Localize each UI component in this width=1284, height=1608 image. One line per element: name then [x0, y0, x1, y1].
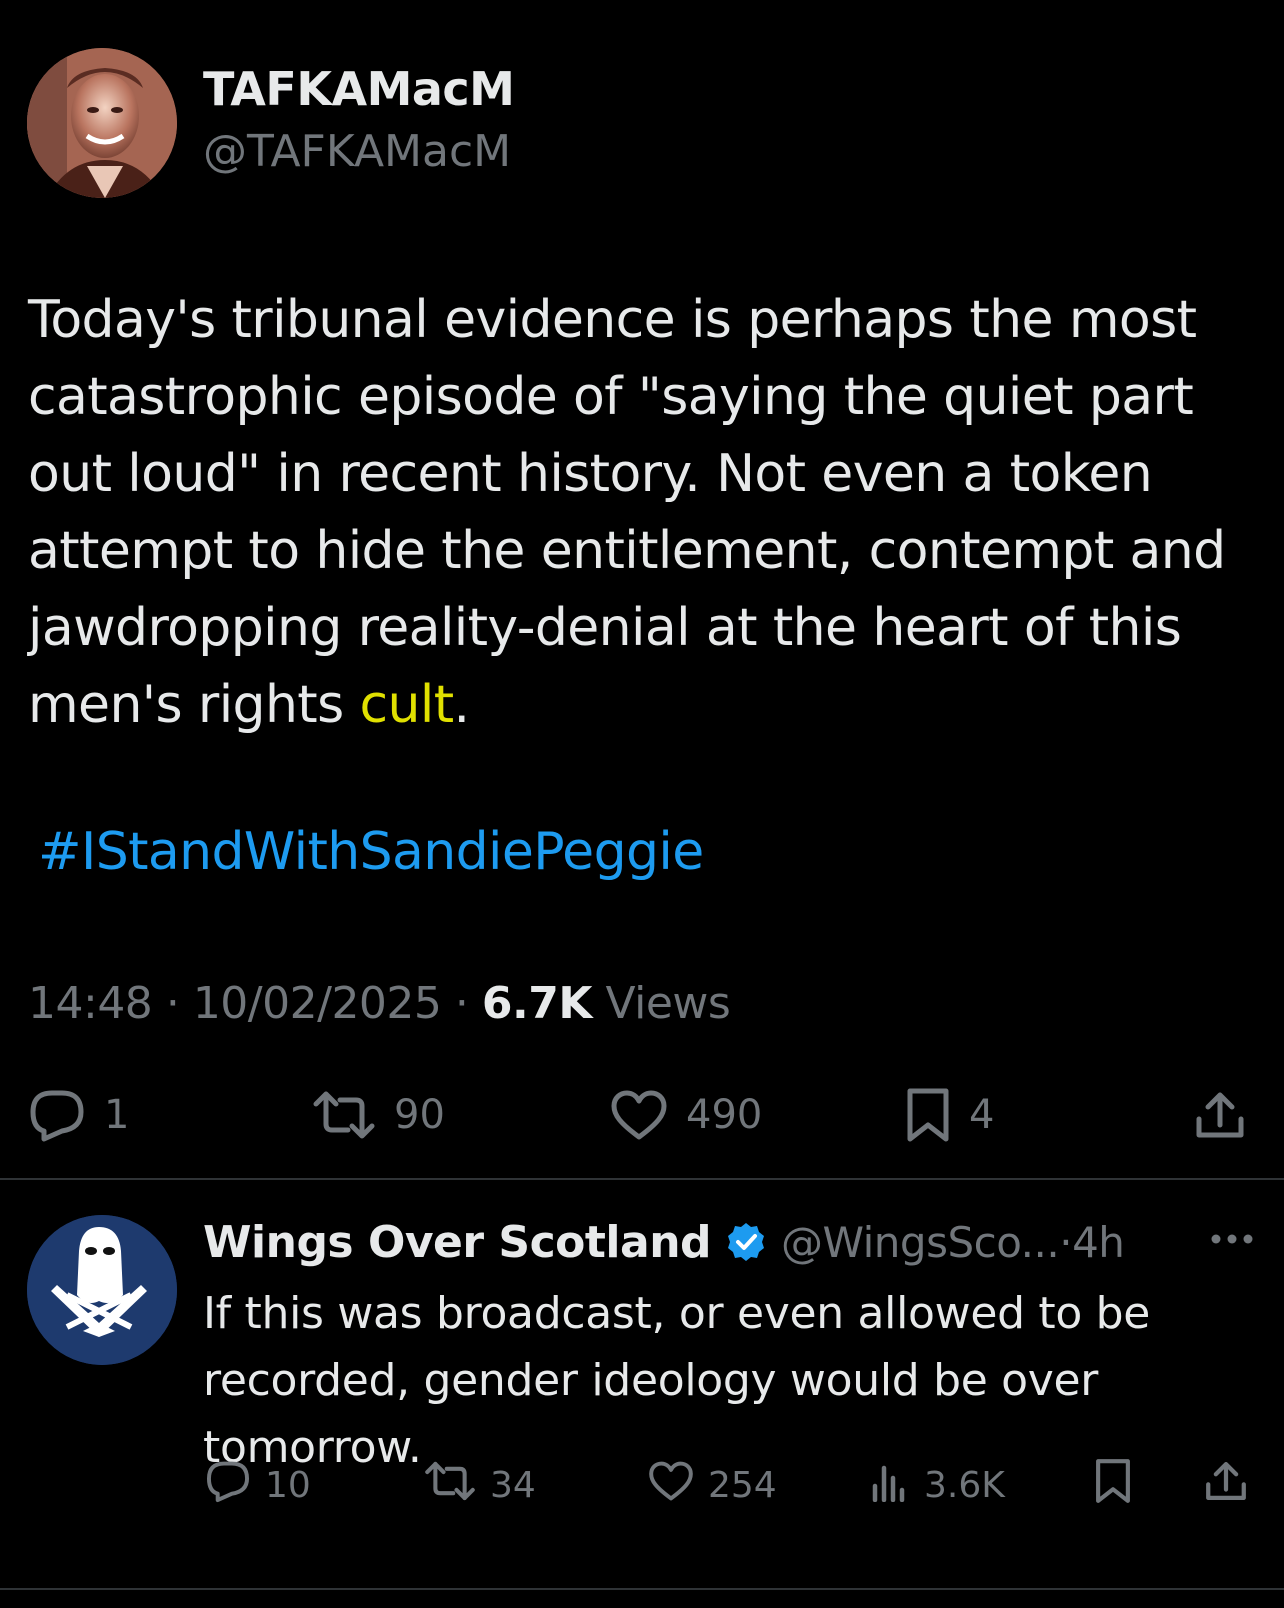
tweet-text-end: .: [453, 675, 471, 735]
verified-badge-icon: [725, 1221, 767, 1263]
reply-time[interactable]: 4h: [1072, 1218, 1125, 1267]
repost-icon: [312, 1090, 376, 1140]
more-options-icon[interactable]: [1210, 1230, 1254, 1249]
reply-like-count: 254: [708, 1464, 777, 1506]
divider: [0, 1588, 1284, 1590]
reply-repost-count: 34: [490, 1464, 536, 1506]
meta-separator: ·: [165, 978, 180, 1029]
author-handle[interactable]: @TAFKAMacM: [203, 126, 511, 177]
reply-reply-button[interactable]: 10: [205, 1455, 311, 1515]
heart-icon: [648, 1460, 694, 1511]
reply-author-handle[interactable]: @WingsSco...: [781, 1218, 1060, 1267]
tweet-text: Today's tribunal evidence is perhaps the…: [28, 282, 1268, 744]
reply-repost-button[interactable]: 34: [424, 1455, 536, 1515]
reply-views-button[interactable]: 3.6K: [870, 1455, 1005, 1515]
reply-bookmark-button[interactable]: [1094, 1455, 1132, 1515]
heart-icon: [610, 1089, 668, 1141]
like-count: 490: [686, 1092, 763, 1138]
reply-header: Wings Over Scotland @WingsSco... · 4h: [203, 1212, 1125, 1272]
tweet-text-body: Today's tribunal evidence is perhaps the…: [28, 290, 1226, 735]
meta-separator: ·: [1059, 1217, 1073, 1267]
hashtag-link[interactable]: #IStandWithSandiePeggie: [38, 822, 704, 882]
bookmark-count: 4: [969, 1092, 995, 1138]
reply-avatar[interactable]: [27, 1215, 177, 1365]
author-name[interactable]: TAFKAMacM: [203, 62, 515, 116]
reply-reply-count: 10: [265, 1464, 311, 1506]
reply-tweet[interactable]: Wings Over Scotland @WingsSco... · 4h If…: [0, 1180, 1284, 1590]
repost-button[interactable]: 90: [312, 1080, 445, 1150]
main-tweet: TAFKAMacM @TAFKAMacM Today's tribunal ev…: [0, 0, 1284, 1178]
tweet-actions: 1 90 490 4: [0, 1080, 1284, 1150]
like-button[interactable]: 490: [610, 1080, 762, 1150]
share-button[interactable]: [1194, 1080, 1246, 1150]
reply-share-button[interactable]: [1204, 1455, 1248, 1515]
repost-count: 90: [394, 1092, 445, 1138]
tweet-time[interactable]: 14:48: [28, 978, 153, 1029]
share-icon: [1194, 1089, 1246, 1141]
views-count: 6.7K: [481, 978, 593, 1029]
views-label: Views: [605, 978, 731, 1029]
reply-button[interactable]: 1: [28, 1080, 129, 1150]
analytics-icon: [870, 1460, 910, 1511]
bookmark-icon: [905, 1087, 951, 1143]
reply-actions: 10 34 254 3.6K: [0, 1455, 1284, 1515]
meta-separator: ·: [454, 978, 469, 1029]
bookmark-icon: [1094, 1457, 1132, 1514]
reply-author-name[interactable]: Wings Over Scotland: [203, 1217, 712, 1268]
reply-views-count: 3.6K: [924, 1464, 1005, 1506]
tweet-date[interactable]: 10/02/2025: [193, 978, 442, 1029]
share-icon: [1204, 1459, 1248, 1512]
author-avatar[interactable]: [27, 48, 177, 198]
repost-icon: [424, 1460, 476, 1511]
highlighted-word: cult: [359, 675, 455, 735]
tweet-meta: 14:48 · 10/02/2025 · 6.7K Views: [28, 978, 731, 1029]
reply-icon: [28, 1088, 86, 1142]
reply-count: 1: [104, 1092, 130, 1138]
reply-text: If this was broadcast, or even allowed t…: [203, 1288, 1151, 1473]
reply-icon: [205, 1459, 251, 1512]
bookmark-button[interactable]: 4: [905, 1080, 994, 1150]
reply-like-button[interactable]: 254: [648, 1455, 777, 1515]
